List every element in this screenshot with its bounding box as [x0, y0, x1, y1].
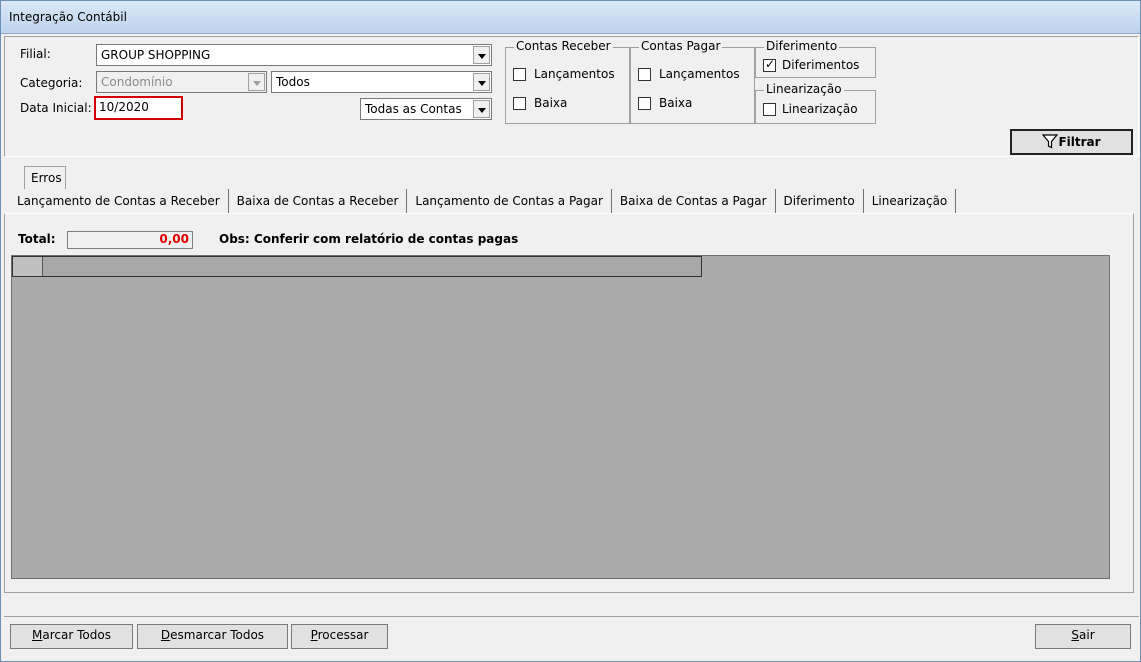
diferimentos-label: Diferimentos — [782, 58, 860, 72]
categoria-sub-value: Todos — [276, 75, 310, 89]
marcar-label: arcar Todos — [42, 628, 111, 642]
tab-erros-label: Erros — [31, 171, 62, 185]
contas-value: Todas as Contas — [365, 102, 462, 116]
cp-lancamentos-label: Lançamentos — [659, 67, 740, 81]
sair-label: air — [1079, 628, 1095, 642]
tab-label: Lançamento de Contas a Receber — [17, 194, 220, 208]
checkbox-checked-icon[interactable] — [763, 57, 776, 72]
desmarcar-todos-button[interactable]: Desmarcar Todos — [137, 624, 288, 649]
tab-erros[interactable]: Erros — [24, 166, 66, 189]
categoria-select[interactable]: Condomínio — [96, 71, 267, 93]
contas-receber-group — [505, 47, 630, 124]
total-label: Total: — [18, 232, 56, 246]
contas-pagar-title: Contas Pagar — [639, 39, 723, 53]
tab-label: Linearização — [871, 194, 948, 208]
tab-lancamento-pagar[interactable]: Lançamento de Contas a Pagar — [407, 189, 612, 213]
filial-select[interactable]: GROUP SHOPPING — [96, 44, 492, 66]
mnemonic: P — [310, 628, 318, 642]
window: Integração Contábil Filial: GROUP SHOPPI… — [0, 0, 1141, 662]
obs-text: Obs: Conferir com relatório de contas pa… — [219, 232, 519, 246]
title-bar: Integração Contábil — [1, 1, 1140, 34]
processar-label: rocessar — [317, 628, 369, 642]
cp-baixa-checkbox[interactable]: Baixa — [638, 96, 692, 110]
mnemonic: M — [32, 628, 43, 642]
chevron-down-icon[interactable] — [473, 73, 490, 91]
checkbox-icon[interactable] — [638, 67, 651, 81]
cp-lancamentos-checkbox[interactable]: Lançamentos — [638, 67, 740, 81]
total-value: 0,00 — [159, 232, 189, 246]
chevron-down-icon[interactable] — [248, 73, 265, 91]
checkbox-icon[interactable] — [513, 96, 526, 110]
tab-label: Baixa de Contas a Receber — [236, 194, 399, 208]
tab-diferimento[interactable]: Diferimento — [776, 189, 864, 213]
grid-indicator-header[interactable] — [13, 257, 43, 276]
diferimento-title: Diferimento — [764, 39, 840, 53]
data-inicial-value: 10/2020 — [99, 100, 149, 114]
tab-row: Lançamento de Contas a Receber Baixa de … — [9, 189, 957, 213]
desmarcar-label: esmarcar Todos — [170, 628, 265, 642]
contas-select[interactable]: Todas as Contas — [360, 98, 492, 120]
window-title: Integração Contábil — [9, 10, 127, 24]
tab-baixa-pagar[interactable]: Baixa de Contas a Pagar — [611, 189, 776, 213]
mnemonic: D — [160, 628, 171, 642]
diferimentos-checkbox[interactable]: Diferimentos — [763, 57, 860, 72]
categoria-label: Categoria: — [20, 76, 83, 90]
tab-linearizacao[interactable]: Linearização — [864, 189, 957, 213]
linearizacao-label: Linearização — [782, 102, 858, 116]
marcar-todos-button[interactable]: Marcar Todos — [10, 624, 133, 649]
chevron-down-icon[interactable] — [473, 100, 490, 118]
tab-label: Diferimento — [783, 194, 855, 208]
linearizacao-title: Linearização — [764, 82, 844, 96]
tab-label: Lançamento de Contas a Pagar — [415, 194, 603, 208]
tab-lancamento-receber[interactable]: Lançamento de Contas a Receber — [9, 189, 229, 213]
categoria-value: Condomínio — [101, 75, 173, 89]
checkbox-icon[interactable] — [763, 102, 776, 116]
data-inicial-label: Data Inicial: — [20, 101, 92, 115]
tab-label: Baixa de Contas a Pagar — [619, 194, 767, 208]
tab-baixa-receber[interactable]: Baixa de Contas a Receber — [229, 189, 408, 213]
checkbox-icon[interactable] — [513, 67, 526, 81]
divider — [4, 616, 1139, 617]
filtrar-button[interactable]: Filtrar — [1010, 129, 1133, 155]
total-field: 0,00 — [67, 231, 193, 249]
data-grid[interactable] — [11, 255, 1110, 579]
cr-baixa-label: Baixa — [534, 96, 568, 110]
chevron-down-icon[interactable] — [473, 46, 490, 64]
cr-lancamentos-checkbox[interactable]: Lançamentos — [513, 67, 615, 81]
processar-button[interactable]: Processar — [291, 624, 388, 649]
funnel-icon — [1042, 134, 1059, 149]
sair-button[interactable]: Sair — [1035, 624, 1131, 649]
grid-header[interactable] — [12, 256, 702, 277]
data-inicial-input[interactable]: 10/2020 — [94, 96, 183, 120]
filtrar-label: Filtrar — [1058, 135, 1101, 149]
contas-pagar-group — [630, 47, 755, 124]
cr-lancamentos-label: Lançamentos — [534, 67, 615, 81]
filial-label: Filial: — [20, 47, 51, 61]
contas-receber-title: Contas Receber — [514, 39, 613, 53]
cp-baixa-label: Baixa — [659, 96, 693, 110]
linearizacao-checkbox[interactable]: Linearização — [763, 102, 858, 116]
filial-value: GROUP SHOPPING — [101, 48, 211, 62]
mnemonic: S — [1071, 628, 1079, 642]
checkbox-icon[interactable] — [638, 96, 651, 110]
cr-baixa-checkbox[interactable]: Baixa — [513, 96, 567, 110]
categoria-sub-select[interactable]: Todos — [271, 71, 492, 93]
